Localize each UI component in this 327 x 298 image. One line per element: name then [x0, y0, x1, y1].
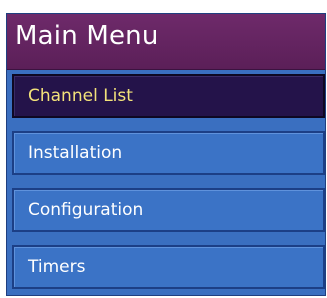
main-menu-window: Main Menu Channel List Installation Conf… [6, 13, 326, 296]
menu-item-label: Channel List [28, 86, 133, 106]
menu-item-timers[interactable]: Timers [12, 245, 325, 289]
menu-item-installation[interactable]: Installation [12, 131, 325, 175]
menu-item-configuration[interactable]: Configuration [12, 188, 325, 232]
menu-header: Main Menu [7, 14, 325, 70]
menu-item-channel-list[interactable]: Channel List [12, 74, 325, 118]
menu-item-label: Timers [28, 257, 86, 277]
menu-title: Main Menu [15, 21, 159, 51]
menu-item-label: Installation [28, 143, 123, 163]
menu-list: Channel List Installation Configuration … [12, 74, 325, 295]
menu-item-label: Configuration [28, 200, 144, 220]
